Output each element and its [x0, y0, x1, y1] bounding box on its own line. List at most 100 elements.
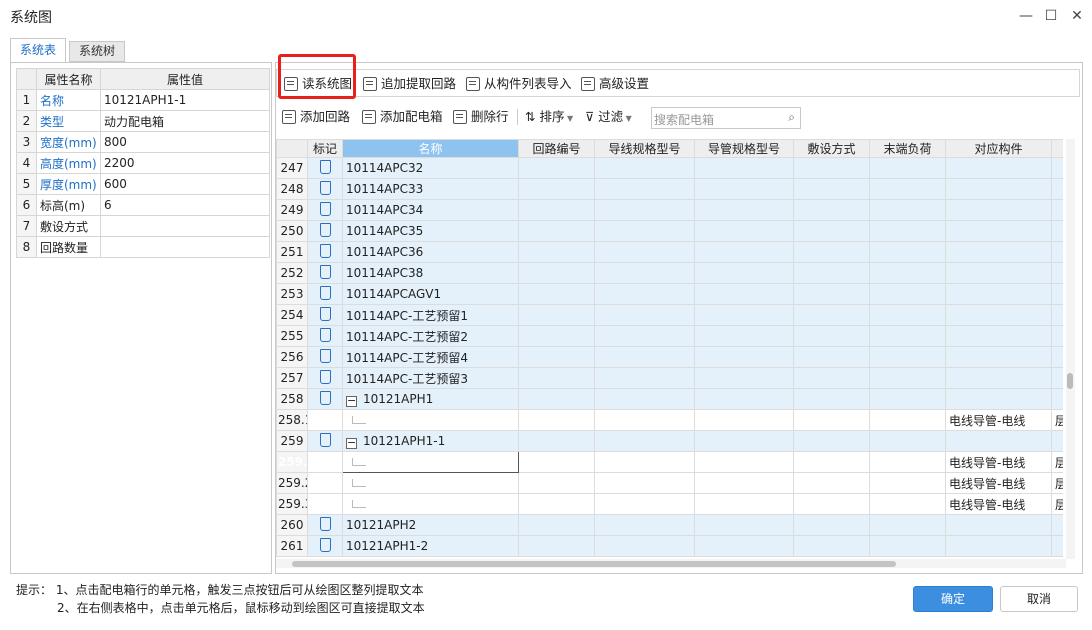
loop-number-cell[interactable]: [518, 430, 595, 452]
name-cell[interactable]: 10114APCAGV1: [342, 283, 519, 305]
loop-number-cell[interactable]: [518, 283, 595, 305]
terminal-load-cell[interactable]: [869, 262, 946, 284]
tab-system-tree[interactable]: 系统树: [69, 41, 125, 62]
vertical-scrollbar[interactable]: [1066, 139, 1075, 559]
wire-spec-cell[interactable]: [594, 241, 695, 263]
component-cell[interactable]: [945, 241, 1052, 263]
extra-cell[interactable]: [1051, 199, 1063, 221]
table-row[interactable]: 259.3 电线导管-电线层: [276, 493, 1063, 515]
terminal-load-cell[interactable]: [869, 178, 946, 200]
laying-method-cell[interactable]: [793, 178, 870, 200]
loop-number-cell[interactable]: [518, 157, 595, 179]
property-row[interactable]: 7 敷设方式: [16, 215, 270, 237]
property-value[interactable]: [100, 236, 270, 258]
conduit-spec-cell[interactable]: [694, 409, 794, 431]
minimize-button[interactable]: —: [1015, 5, 1037, 27]
mark-cell[interactable]: [307, 220, 343, 242]
component-cell[interactable]: [945, 220, 1052, 242]
name-cell[interactable]: 10114APC36: [342, 241, 519, 263]
search-input[interactable]: 搜索配电箱: [654, 111, 714, 128]
property-value[interactable]: [100, 215, 270, 237]
terminal-load-cell[interactable]: [869, 535, 946, 557]
extra-cell[interactable]: [1051, 304, 1063, 326]
extra-cell[interactable]: [1051, 430, 1063, 452]
search-icon[interactable]: ⌕: [788, 110, 795, 125]
component-cell[interactable]: 电线导管-电线: [945, 451, 1052, 473]
name-cell[interactable]: −10121APH1-1: [342, 430, 519, 452]
terminal-load-cell[interactable]: [869, 283, 946, 305]
conduit-spec-cell[interactable]: [694, 325, 794, 347]
mark-cell[interactable]: [307, 535, 343, 557]
table-row[interactable]: 255 10114APC-工艺预留2: [276, 325, 1063, 347]
filter-dropdown[interactable]: ⊽ 过滤 ▼: [585, 103, 632, 131]
conduit-spec-cell[interactable]: [694, 241, 794, 263]
conduit-spec-cell[interactable]: [694, 157, 794, 179]
name-cell[interactable]: 10114APC33: [342, 178, 519, 200]
component-cell[interactable]: [945, 367, 1052, 389]
mark-cell[interactable]: [307, 367, 343, 389]
terminal-load-cell[interactable]: [869, 304, 946, 326]
wire-spec-cell[interactable]: [594, 430, 695, 452]
name-cell[interactable]: 10114APC38: [342, 262, 519, 284]
header-mark[interactable]: 标记: [307, 139, 343, 158]
conduit-spec-cell[interactable]: [694, 367, 794, 389]
header-terminal-load[interactable]: 末端负荷: [869, 139, 946, 158]
loop-number-cell[interactable]: [518, 304, 595, 326]
terminal-load-cell[interactable]: [869, 451, 946, 473]
laying-method-cell[interactable]: [793, 430, 870, 452]
name-cell[interactable]: [342, 472, 519, 494]
mark-cell[interactable]: [307, 241, 343, 263]
terminal-load-cell[interactable]: [869, 514, 946, 536]
name-cell[interactable]: 10114APC-工艺预留4: [342, 346, 519, 368]
component-cell[interactable]: [945, 283, 1052, 305]
extra-cell[interactable]: 层: [1051, 493, 1063, 515]
name-cell[interactable]: 10114APC-工艺预留1: [342, 304, 519, 326]
extra-cell[interactable]: [1051, 241, 1063, 263]
table-row[interactable]: 259 −10121APH1-1: [276, 430, 1063, 452]
extra-cell[interactable]: [1051, 178, 1063, 200]
loop-number-cell[interactable]: [518, 388, 595, 410]
component-cell[interactable]: [945, 514, 1052, 536]
conduit-spec-cell[interactable]: [694, 346, 794, 368]
table-row[interactable]: 259.2 电线导管-电线层: [276, 472, 1063, 494]
wire-spec-cell[interactable]: [594, 199, 695, 221]
loop-number-cell[interactable]: [518, 409, 595, 431]
property-row[interactable]: 5 厚度(mm) 600: [16, 173, 270, 195]
wire-spec-cell[interactable]: [594, 535, 695, 557]
wire-spec-cell[interactable]: [594, 493, 695, 515]
tab-system-table[interactable]: 系统表: [10, 38, 66, 63]
wire-spec-cell[interactable]: [594, 514, 695, 536]
laying-method-cell[interactable]: [793, 220, 870, 242]
mark-cell[interactable]: [307, 451, 343, 473]
search-box[interactable]: 搜索配电箱 ⌕: [651, 107, 801, 129]
extra-cell[interactable]: 层: [1051, 451, 1063, 473]
component-cell[interactable]: [945, 388, 1052, 410]
name-cell[interactable]: 10121APH2: [342, 514, 519, 536]
property-row[interactable]: 4 高度(mm) 2200: [16, 152, 270, 174]
wire-spec-cell[interactable]: [594, 472, 695, 494]
loop-number-cell[interactable]: [518, 220, 595, 242]
table-row[interactable]: 260 10121APH2: [276, 514, 1063, 536]
extra-cell[interactable]: [1051, 514, 1063, 536]
loop-number-cell[interactable]: [518, 367, 595, 389]
mark-cell[interactable]: [307, 388, 343, 410]
header-wire-spec[interactable]: 导线规格型号: [594, 139, 695, 158]
loop-number-cell[interactable]: [518, 451, 595, 473]
extra-cell[interactable]: [1051, 388, 1063, 410]
component-cell[interactable]: 电线导管-电线: [945, 493, 1052, 515]
laying-method-cell[interactable]: [793, 199, 870, 221]
header-extra[interactable]: [1051, 139, 1063, 158]
maximize-button[interactable]: ☐: [1040, 5, 1062, 27]
table-row[interactable]: 253 10114APCAGV1: [276, 283, 1063, 305]
property-value[interactable]: 6: [100, 194, 270, 216]
laying-method-cell[interactable]: [793, 493, 870, 515]
table-row[interactable]: 247 10114APC32: [276, 157, 1063, 179]
table-row[interactable]: 256 10114APC-工艺预留4: [276, 346, 1063, 368]
extra-cell[interactable]: [1051, 367, 1063, 389]
property-value[interactable]: 2200: [100, 152, 270, 174]
loop-number-cell[interactable]: [518, 535, 595, 557]
property-row[interactable]: 3 宽度(mm) 800: [16, 131, 270, 153]
table-row[interactable]: 249 10114APC34: [276, 199, 1063, 221]
add-distribution-box-button[interactable]: 添加配电箱: [362, 103, 443, 131]
header-component[interactable]: 对应构件: [945, 139, 1052, 158]
